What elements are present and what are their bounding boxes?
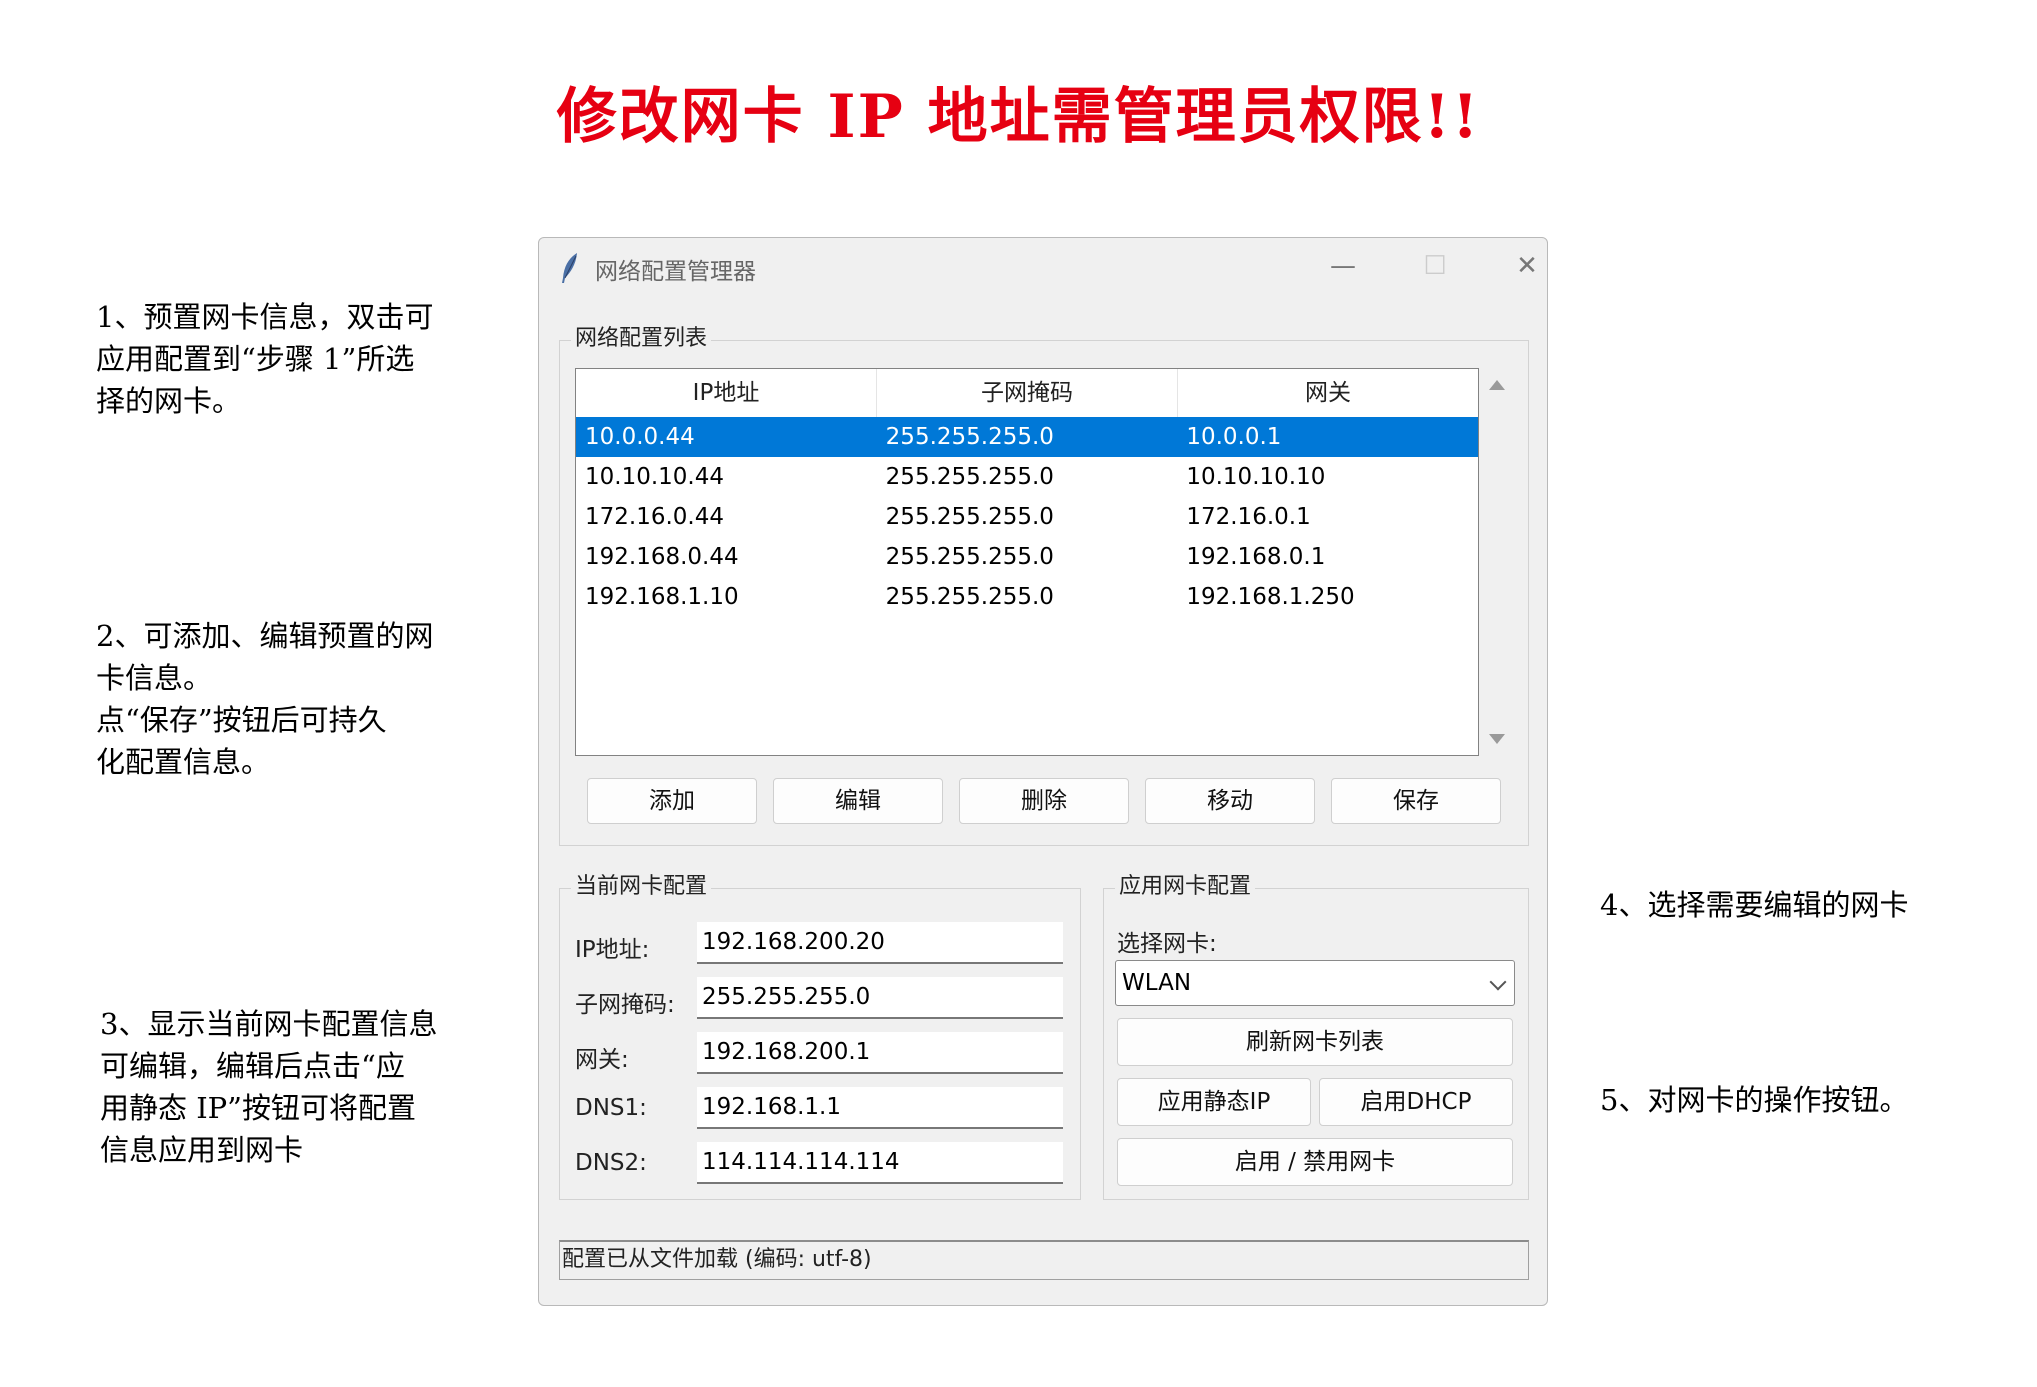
note-4-line: 4、选择需要编辑的网卡: [1600, 888, 1909, 922]
config-list-label: 网络配置列表: [571, 320, 712, 352]
scroll-up-icon[interactable]: [1489, 380, 1505, 390]
gateway-label: 网关:: [575, 1047, 629, 1073]
save-button[interactable]: 保存: [1331, 778, 1501, 824]
table-row[interactable]: 192.168.1.10 255.255.255.0 192.168.1.250: [576, 577, 1478, 617]
maximize-icon: ☐: [1423, 251, 1447, 281]
title-bar[interactable]: 网络配置管理器 — ☐ ✕: [539, 238, 1547, 294]
note-1: 1、预置网卡信息，双击可 应用配置到“步骤 1”所选 择的网卡。: [96, 296, 433, 422]
note-3-line: 信息应用到网卡: [100, 1133, 304, 1167]
note-3: 3、显示当前网卡配置信息 可编辑，编辑后点击“应 用静态 IP”按钮可将配置 信…: [100, 1003, 437, 1171]
note-3-line: 用静态 IP”按钮可将配置: [100, 1091, 417, 1125]
apply-config-label: 应用网卡配置: [1115, 868, 1256, 900]
note-1-line: 1、预置网卡信息，双击可: [96, 300, 434, 334]
dns2-field[interactable]: [697, 1142, 1063, 1184]
adapter-select-value: WLAN: [1122, 970, 1192, 996]
note-5-line: 5、对网卡的操作按钮。: [1600, 1083, 1909, 1117]
cell-ip: 192.168.0.44: [585, 544, 739, 570]
cell-mask: 255.255.255.0: [885, 504, 1054, 530]
cell-mask: 255.255.255.0: [885, 544, 1054, 570]
minimize-icon: —: [1330, 251, 1356, 281]
note-3-line: 可编辑，编辑后点击“应: [100, 1049, 405, 1083]
mask-field[interactable]: [697, 977, 1063, 1019]
note-4: 4、选择需要编辑的网卡: [1600, 884, 1908, 926]
note-2-line: 化配置信息。: [96, 745, 271, 779]
cell-gateway: 192.168.1.250: [1186, 584, 1355, 610]
chevron-down-icon: [1489, 973, 1507, 991]
table-row[interactable]: 172.16.0.44 255.255.255.0 172.16.0.1: [576, 497, 1478, 537]
dns1-label: DNS1:: [575, 1095, 647, 1121]
move-button[interactable]: 移动: [1145, 778, 1315, 824]
status-bar: 配置已从文件加载 (编码: utf-8): [559, 1240, 1529, 1280]
toggle-adapter-button[interactable]: 启用 / 禁用网卡: [1117, 1138, 1513, 1186]
cell-gateway: 10.10.10.10: [1186, 464, 1326, 490]
window-title: 网络配置管理器: [595, 259, 756, 285]
enable-dhcp-button[interactable]: 启用DHCP: [1319, 1078, 1513, 1126]
ip-field[interactable]: [697, 922, 1063, 964]
note-3-line: 3、显示当前网卡配置信息: [100, 1007, 438, 1041]
select-adapter-label: 选择网卡:: [1117, 931, 1217, 957]
dns2-label: DNS2:: [575, 1150, 647, 1176]
feather-icon: [562, 253, 577, 283]
config-table[interactable]: IP地址 子网掩码 网关 10.0.0.44 255.255.255.0 10.…: [575, 368, 1479, 756]
refresh-adapters-button[interactable]: 刷新网卡列表: [1117, 1018, 1513, 1066]
cell-ip: 10.10.10.44: [585, 464, 724, 490]
ip-label: IP地址:: [575, 937, 650, 963]
close-icon: ✕: [1516, 251, 1538, 281]
add-button[interactable]: 添加: [587, 778, 757, 824]
close-button[interactable]: ✕: [1503, 246, 1551, 286]
column-header-mask[interactable]: 子网掩码: [877, 369, 1178, 417]
table-row[interactable]: 192.168.0.44 255.255.255.0 192.168.0.1: [576, 537, 1478, 577]
minimize-button[interactable]: —: [1319, 246, 1367, 286]
table-scrollbar[interactable]: [1485, 368, 1507, 756]
app-window: 网络配置管理器 — ☐ ✕ 网络配置列表 IP地址 子网掩码 网关 10.0.0…: [538, 237, 1548, 1306]
cell-ip: 10.0.0.44: [585, 424, 695, 450]
cell-mask: 255.255.255.0: [885, 464, 1054, 490]
note-2: 2、可添加、编辑预置的网 卡信息。 点“保存”按钮后可持久 化配置信息。: [96, 615, 433, 783]
note-1-line: 应用配置到“步骤 1”所选: [96, 342, 415, 376]
gateway-field[interactable]: [697, 1032, 1063, 1074]
table-header: IP地址 子网掩码 网关: [576, 369, 1478, 418]
cell-ip: 192.168.1.10: [585, 584, 739, 610]
dns1-field[interactable]: [697, 1087, 1063, 1129]
note-5: 5、对网卡的操作按钮。: [1600, 1079, 1908, 1121]
cell-mask: 255.255.255.0: [885, 424, 1054, 450]
note-1-line: 择的网卡。: [96, 384, 242, 418]
delete-button[interactable]: 删除: [959, 778, 1129, 824]
note-2-line: 卡信息。: [96, 661, 213, 695]
note-2-line: 2、可添加、编辑预置的网: [96, 619, 434, 653]
maximize-button[interactable]: ☐: [1411, 246, 1459, 286]
note-2-line: 点“保存”按钮后可持久: [96, 703, 387, 737]
cell-ip: 172.16.0.44: [585, 504, 724, 530]
current-config-label: 当前网卡配置: [571, 868, 712, 900]
adapter-select[interactable]: WLAN: [1115, 960, 1515, 1006]
table-row[interactable]: 10.10.10.44 255.255.255.0 10.10.10.10: [576, 457, 1478, 497]
cell-mask: 255.255.255.0: [885, 584, 1054, 610]
column-header-ip[interactable]: IP地址: [576, 369, 877, 417]
scroll-down-icon[interactable]: [1489, 734, 1505, 744]
column-header-gateway[interactable]: 网关: [1178, 369, 1478, 417]
edit-button[interactable]: 编辑: [773, 778, 943, 824]
cell-gateway: 192.168.0.1: [1186, 544, 1326, 570]
cell-gateway: 10.0.0.1: [1186, 424, 1282, 450]
apply-static-ip-button[interactable]: 应用静态IP: [1117, 1078, 1311, 1126]
cell-gateway: 172.16.0.1: [1186, 504, 1311, 530]
page-title: 修改网卡 IP 地址需管理员权限!!: [556, 82, 1481, 152]
table-row[interactable]: 10.0.0.44 255.255.255.0 10.0.0.1: [576, 417, 1478, 457]
mask-label: 子网掩码:: [575, 992, 675, 1018]
